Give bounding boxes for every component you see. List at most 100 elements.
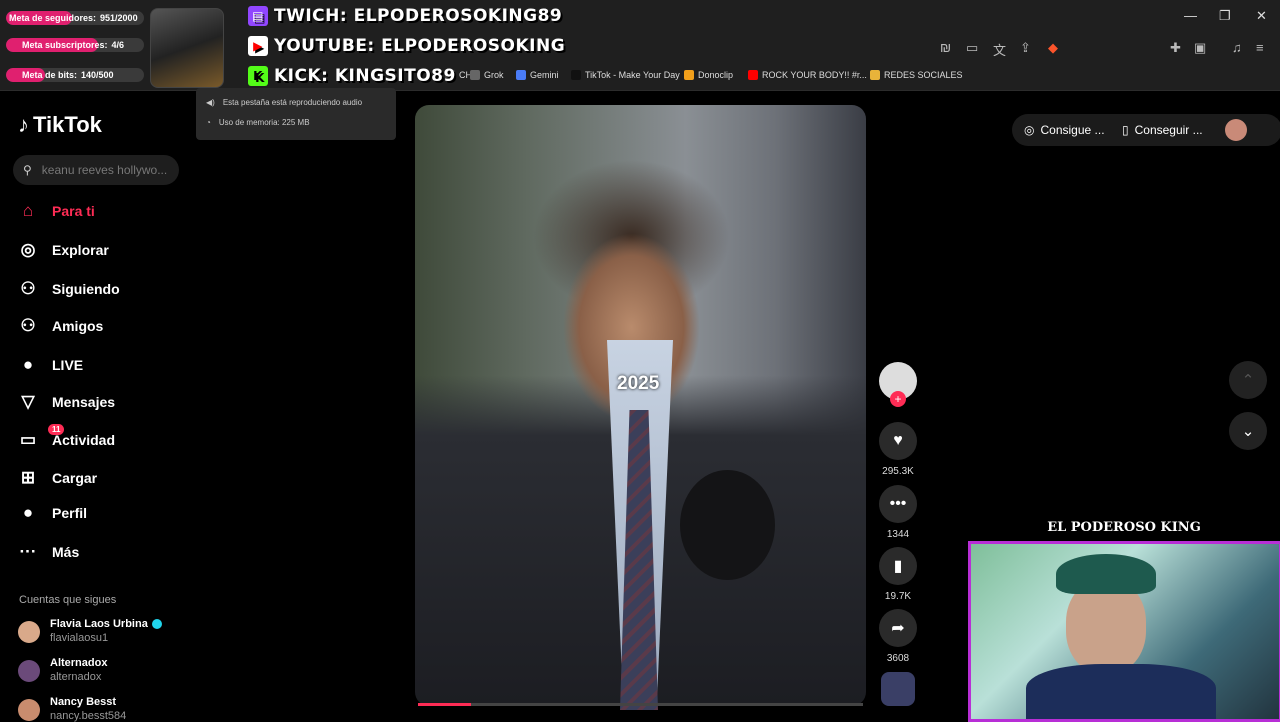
tiktok-logo[interactable]: ♪ TikTok bbox=[18, 112, 102, 138]
followed-account[interactable]: Flavia Laos Urbina flavialaosu1 bbox=[18, 618, 162, 644]
bookmark-favicon-icon bbox=[684, 70, 694, 80]
sidebar-item-label: Amigos bbox=[52, 318, 104, 334]
follow-plus-icon[interactable]: + bbox=[890, 391, 906, 407]
close-window-button[interactable]: ✕ bbox=[1256, 8, 1267, 24]
bookmark-item[interactable]: REDES SOCIALES bbox=[870, 70, 963, 80]
goal-label: Meta de bits: bbox=[22, 70, 78, 80]
extensions-icon[interactable]: ✚ bbox=[1170, 40, 1181, 56]
account-handle: alternadox bbox=[50, 671, 102, 683]
youtube-icon: ▶ bbox=[248, 36, 268, 56]
bookmark-favicon-icon bbox=[571, 70, 581, 80]
comment-action[interactable]: ••• 1344 bbox=[879, 485, 917, 540]
messages-icon: ▽ bbox=[21, 392, 35, 411]
bookmark-item[interactable]: Donoclip bbox=[684, 70, 733, 80]
profile-icon: ● bbox=[22, 503, 34, 522]
bookmark-item[interactable]: Gemini bbox=[516, 70, 559, 80]
compass-icon: ◎ bbox=[20, 240, 36, 259]
tooltip-memory-text: Uso de memoria: 225 MB bbox=[218, 118, 310, 127]
sidebar-item-label: Perfil bbox=[52, 505, 88, 521]
get-coins-button[interactable]: ◎ Consigue ... bbox=[1024, 114, 1105, 146]
webcam-jacket bbox=[1026, 664, 1216, 719]
next-video-button[interactable]: ⌄ bbox=[1229, 412, 1267, 450]
sidebar-item-label: LIVE bbox=[52, 357, 84, 373]
search-input[interactable]: keanu reeves hollywo... bbox=[42, 163, 167, 177]
bookmark-favicon-icon bbox=[748, 70, 758, 80]
following-section-title: Cuentas que sigues bbox=[19, 594, 117, 606]
followed-account[interactable]: Alternadox alternadox bbox=[18, 657, 107, 683]
get-app-label: Conseguir ... bbox=[1134, 123, 1203, 137]
account-name: Nancy Besst bbox=[50, 696, 117, 708]
webcam-title: EL PODEROSO KING bbox=[1047, 520, 1201, 535]
sidebar-item-label: Cargar bbox=[52, 470, 98, 486]
friends-icon: ⚇ bbox=[20, 316, 36, 335]
user-avatar[interactable] bbox=[1225, 119, 1247, 141]
speaker-icon: ◀) bbox=[206, 98, 215, 107]
following-icon: ⚇ bbox=[20, 279, 36, 298]
sidebar-item-friends[interactable]: ⚇ Amigos bbox=[18, 316, 103, 336]
brave-shield-icon[interactable]: ◆ bbox=[1048, 40, 1058, 56]
gauge-icon: ◔ bbox=[206, 118, 211, 127]
sidebar-item-home[interactable]: ⌂ Para ti bbox=[18, 201, 95, 221]
followed-account[interactable]: Nancy Besst nancy.besst584 bbox=[18, 696, 126, 722]
search-icon: ⚲ bbox=[23, 163, 32, 177]
sidebar-icon[interactable]: ▣ bbox=[1194, 40, 1206, 56]
bookmark-label: REDES SOCIALES bbox=[884, 70, 963, 80]
streamer-avatar-overlay bbox=[150, 8, 224, 88]
account-name: Flavia Laos Urbina bbox=[50, 618, 148, 630]
bookmark-label: TikTok - Make Your Day bbox=[585, 70, 680, 80]
goal-value: 4/6 bbox=[111, 40, 125, 50]
goal-label: Meta subscriptores: bbox=[22, 40, 108, 50]
previous-video-button[interactable]: ⌃ bbox=[1229, 361, 1267, 399]
activity-icon: ▭ bbox=[19, 430, 37, 449]
minimize-button[interactable]: — bbox=[1184, 8, 1197, 23]
sidebar-item-label: Explorar bbox=[52, 242, 109, 258]
reader-icon[interactable]: ₪ bbox=[940, 40, 951, 55]
translate-icon[interactable]: 文 bbox=[993, 40, 1006, 59]
share-arrow-icon[interactable]: ➦ bbox=[879, 609, 917, 647]
video-microphone bbox=[680, 470, 775, 580]
sidebar-item-upload[interactable]: ⊞ Cargar bbox=[18, 468, 97, 488]
bookmark-icon[interactable]: ▮ bbox=[879, 547, 917, 585]
bookmark-item[interactable]: Grok bbox=[470, 70, 504, 80]
bookmark-label: Gemini bbox=[530, 70, 559, 80]
sidebar-item-activity[interactable]: ▭ 11 Actividad bbox=[18, 424, 116, 450]
bookmark-item[interactable]: ROCK YOUR BODY!! #r... bbox=[748, 70, 867, 80]
webcam-feed bbox=[968, 541, 1280, 722]
sidebar-item-compass[interactable]: ◎ Explorar bbox=[18, 240, 109, 260]
stream-goal-bar: Meta subscriptores: 4/6 bbox=[6, 38, 144, 52]
webcam-cap bbox=[1056, 554, 1156, 594]
share-count: 3608 bbox=[886, 653, 910, 664]
get-app-button[interactable]: ▯ Conseguir ... bbox=[1122, 114, 1203, 146]
social-handle-text: TWICH: ELPODEROSOKING89 bbox=[274, 6, 563, 26]
sidebar-item-following[interactable]: ⚇ Siguiendo bbox=[18, 279, 119, 299]
menu-icon[interactable]: ≡ bbox=[1256, 40, 1264, 55]
video-progress-bar[interactable] bbox=[418, 703, 863, 706]
upload-icon: ⊞ bbox=[20, 468, 36, 487]
like-action[interactable]: ♥ 295.3K bbox=[879, 422, 917, 477]
save-action[interactable]: ▮ 19.7K bbox=[879, 547, 917, 602]
share-icon[interactable]: ⇪ bbox=[1020, 40, 1031, 56]
sidebar-item-profile[interactable]: ● Perfil bbox=[18, 503, 87, 523]
cast-icon[interactable]: ▭ bbox=[966, 40, 978, 56]
goal-value: 951/2000 bbox=[100, 13, 138, 23]
comment-icon[interactable]: ••• bbox=[879, 485, 917, 523]
restore-button[interactable]: ❐ bbox=[1219, 8, 1231, 24]
sidebar-item-live[interactable]: ● LIVE bbox=[18, 355, 83, 375]
share-action[interactable]: ➦ 3608 bbox=[879, 609, 917, 664]
account-handle: nancy.besst584 bbox=[50, 710, 127, 722]
phone-icon: ▯ bbox=[1122, 123, 1129, 137]
media-icon[interactable]: ♫ bbox=[1232, 40, 1242, 55]
creator-avatar[interactable]: + bbox=[879, 362, 917, 407]
video-progress-fill bbox=[418, 703, 472, 706]
more-icon: ··· bbox=[19, 542, 37, 561]
get-coins-label: Consigue ... bbox=[1040, 123, 1105, 137]
sidebar-item-more[interactable]: ··· Más bbox=[18, 542, 80, 562]
twitch-icon: ▤ bbox=[248, 6, 268, 26]
bookmark-item[interactable]: TikTok - Make Your Day bbox=[571, 70, 680, 80]
sidebar-item-messages[interactable]: ▽ Mensajes bbox=[18, 392, 115, 412]
music-disc[interactable] bbox=[879, 672, 917, 706]
search-box[interactable]: ⚲ keanu reeves hollywo... bbox=[13, 155, 179, 185]
stream-goal-bar: Meta de bits: 140/500 bbox=[6, 68, 144, 82]
heart-icon[interactable]: ♥ bbox=[879, 422, 917, 460]
sidebar-item-label: Actividad bbox=[52, 432, 116, 448]
